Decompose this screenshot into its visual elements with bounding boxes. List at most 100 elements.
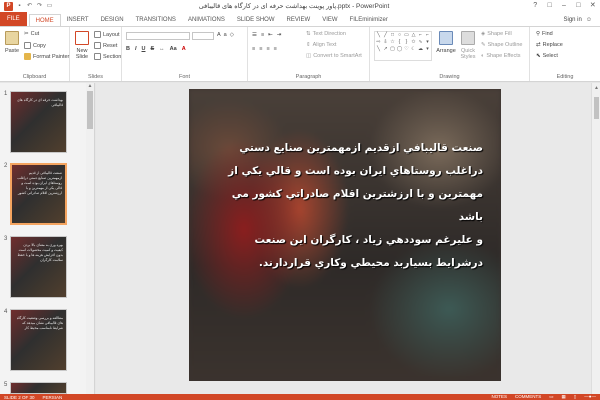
- align-center-icon[interactable]: ≡: [259, 46, 262, 52]
- numbering-icon[interactable]: ≡: [261, 32, 264, 38]
- slide-thumbnail[interactable]: [10, 382, 67, 394]
- font-name-input[interactable]: [126, 32, 190, 40]
- slide-body-text[interactable]: صنعت قاليبافي ازقديم ازمهمترين صنايع دست…: [207, 137, 483, 275]
- increase-indent-icon[interactable]: ⇥: [277, 32, 282, 38]
- smiley-icon[interactable]: ☺: [586, 14, 592, 26]
- align-left-icon[interactable]: ≡: [252, 46, 255, 52]
- text-direction-button[interactable]: ⇅ Text Direction: [306, 31, 346, 37]
- change-case-icon[interactable]: Aa: [170, 46, 177, 52]
- more-shapes-icon[interactable]: ▾: [424, 46, 431, 53]
- oval-shape-icon[interactable]: ◯: [396, 46, 403, 53]
- rect-shape-icon[interactable]: ▭: [403, 32, 410, 39]
- notes-button[interactable]: NOTES: [492, 394, 508, 400]
- line-shape-icon[interactable]: ⌐: [424, 32, 431, 39]
- tab-fileminimizer[interactable]: FILEminimizer: [344, 14, 394, 26]
- sign-in-link[interactable]: Sign in: [564, 14, 582, 26]
- align-right-icon[interactable]: ≡: [266, 46, 269, 52]
- shrink-font-icon[interactable]: a: [224, 32, 227, 38]
- reset-button[interactable]: Reset: [94, 42, 117, 49]
- decrease-indent-icon[interactable]: ⇤: [268, 32, 273, 38]
- shape-effects-button[interactable]: ◐ Shape Effects: [481, 53, 520, 59]
- rect-shape-icon[interactable]: □: [389, 32, 396, 39]
- select-button[interactable]: ⬉ Select: [536, 53, 558, 59]
- slideshow-icon[interactable]: ▭: [46, 3, 53, 10]
- scrollbar-thumb[interactable]: [87, 91, 93, 129]
- heart-shape-icon[interactable]: ♡: [403, 46, 410, 53]
- find-button[interactable]: ⚲ Find: [536, 31, 553, 37]
- brace-shape-icon[interactable]: {: [396, 39, 403, 46]
- save-icon[interactable]: ▪: [16, 3, 23, 10]
- language-indicator[interactable]: PERSIAN: [43, 395, 63, 400]
- slide-thumbnail[interactable]: بهداشت حرفه ای در کارگاه های قالیبافی: [10, 91, 67, 153]
- line-shape-icon[interactable]: ⌐: [417, 32, 424, 39]
- strikethrough-icon[interactable]: S: [151, 46, 155, 52]
- tab-design[interactable]: DESIGN: [95, 14, 130, 26]
- slide-scrollbar[interactable]: ▲: [591, 83, 600, 394]
- arrow-shape-icon[interactable]: ⇨: [375, 39, 382, 46]
- arrow-shape-icon[interactable]: ↗: [382, 46, 389, 53]
- minimize-icon[interactable]: –: [557, 0, 571, 12]
- star-shape-icon[interactable]: ✩: [410, 39, 417, 46]
- tab-file[interactable]: FILE: [0, 12, 27, 26]
- shape-outline-button[interactable]: ✎ Shape Outline: [481, 42, 522, 48]
- view-reading-icon[interactable]: ▯: [574, 394, 576, 400]
- convert-smartart-button[interactable]: ◫ Convert to SmartArt: [306, 53, 362, 59]
- arrange-button[interactable]: Arrange: [436, 31, 456, 54]
- clear-format-icon[interactable]: ◇: [230, 32, 234, 38]
- comments-button[interactable]: COMMENTS: [515, 394, 541, 400]
- slide-thumbnail[interactable]: بهره وری به معنای بالا بردن کیفیت و کمیت…: [10, 236, 67, 298]
- bullets-icon[interactable]: ☰: [252, 32, 257, 38]
- tab-insert[interactable]: INSERT: [61, 14, 95, 26]
- line-shape-icon[interactable]: ╲: [375, 46, 382, 53]
- maximize-icon[interactable]: □: [571, 0, 585, 12]
- section-button[interactable]: Section: [94, 53, 121, 60]
- tab-slide-show[interactable]: SLIDE SHOW: [231, 14, 281, 26]
- align-text-button[interactable]: ⇕ Align Text: [306, 42, 336, 48]
- view-normal-icon[interactable]: ▭: [549, 394, 553, 400]
- scroll-up-icon[interactable]: ▲: [592, 85, 600, 92]
- star-shape-icon[interactable]: ☆: [389, 39, 396, 46]
- ribbon-display-icon[interactable]: □: [542, 0, 556, 12]
- quick-styles-button[interactable]: Quick Styles: [458, 31, 478, 60]
- scrollbar-thumb[interactable]: [594, 97, 599, 119]
- slide-thumbnail-selected[interactable]: صنعت قالیبافی از قدیم ازمهمترین صنایع دس…: [10, 163, 67, 225]
- zoom-slider[interactable]: —●—: [584, 394, 596, 400]
- replace-button[interactable]: ⇄ Replace: [536, 42, 563, 48]
- slide-thumbnail[interactable]: مطالعه و بررسی وضعیت کارگاه های قالیبافی…: [10, 309, 67, 371]
- close-icon[interactable]: ✕: [586, 0, 600, 12]
- scroll-up-icon[interactable]: ▲: [86, 83, 94, 90]
- tab-animations[interactable]: ANIMATIONS: [182, 14, 231, 26]
- oval-shape-icon[interactable]: ○: [396, 32, 403, 39]
- font-color-icon[interactable]: A: [182, 46, 186, 52]
- view-sorter-icon[interactable]: ▦: [562, 394, 566, 400]
- thumbnails-scrollbar[interactable]: ▲: [86, 83, 94, 394]
- line-shape-icon[interactable]: ╲: [375, 32, 382, 39]
- undo-icon[interactable]: ↶: [26, 3, 33, 10]
- tab-view[interactable]: VIEW: [316, 14, 343, 26]
- brace-shape-icon[interactable]: }: [403, 39, 410, 46]
- more-shapes-icon[interactable]: ▾: [424, 39, 431, 46]
- shape-fill-button[interactable]: ◈ Shape Fill: [481, 31, 512, 37]
- format-painter-button[interactable]: Format Painter: [24, 53, 69, 60]
- arrow-shape-icon[interactable]: ⇩: [382, 39, 389, 46]
- tab-transitions[interactable]: TRANSITIONS: [130, 14, 182, 26]
- shapes-gallery[interactable]: ╲ ╱ □ ○ ▭ △ ⌐ ⌐ ⇨ ⇩ ☆ { } ✩ ∿ ▾ ╲ ↗ ▢ ◯ …: [374, 31, 432, 61]
- cloud-shape-icon[interactable]: ☁: [417, 46, 424, 53]
- new-slide-button[interactable]: New Slide: [73, 31, 91, 60]
- line-shape-icon[interactable]: ╱: [382, 32, 389, 39]
- underline-icon[interactable]: U: [142, 46, 146, 52]
- curve-shape-icon[interactable]: ∿: [417, 39, 424, 46]
- tab-review[interactable]: REVIEW: [281, 14, 317, 26]
- help-icon[interactable]: ?: [528, 0, 542, 12]
- triangle-shape-icon[interactable]: △: [410, 32, 417, 39]
- rect-shape-icon[interactable]: ▢: [389, 46, 396, 53]
- moon-shape-icon[interactable]: ☾: [410, 46, 417, 53]
- char-spacing-icon[interactable]: ↔: [159, 46, 165, 52]
- font-size-input[interactable]: [192, 32, 214, 40]
- bold-icon[interactable]: B: [126, 46, 130, 52]
- grow-font-icon[interactable]: A: [217, 32, 221, 38]
- paste-button[interactable]: Paste: [3, 31, 21, 54]
- cut-button[interactable]: ✂ Cut: [24, 31, 39, 37]
- layout-button[interactable]: Layout: [94, 31, 120, 38]
- copy-button[interactable]: Copy: [24, 42, 46, 49]
